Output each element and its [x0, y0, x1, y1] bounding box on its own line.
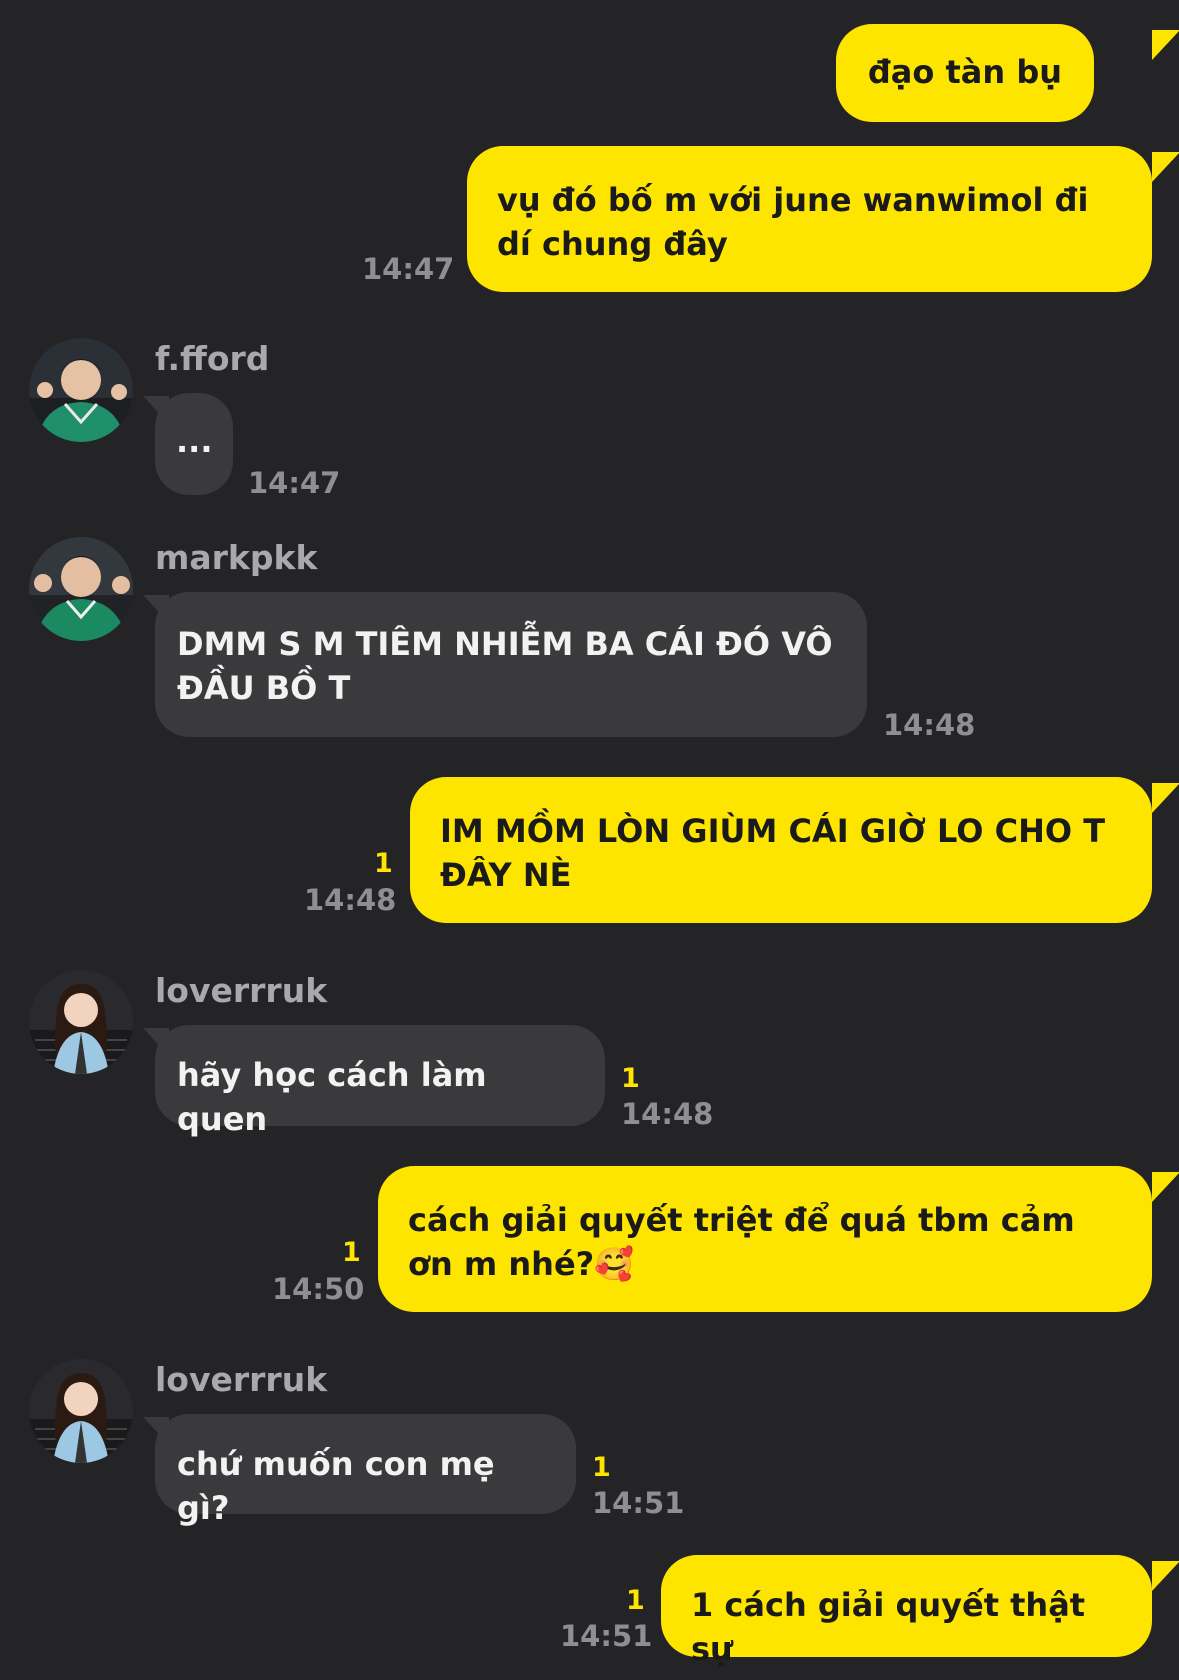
unread-count: 1 — [342, 1237, 361, 1268]
avatar-loverrruk[interactable] — [29, 970, 133, 1074]
message-text: IM MỒM LÒN GIÙM CÁI GIỜ LO CHO T ĐÂY NÈ — [440, 812, 1106, 894]
unread-count: 1 — [374, 848, 393, 879]
message-text: đạo tàn bụ — [867, 53, 1062, 91]
message-timestamp: 14:47 — [362, 252, 455, 286]
their-message-bubble[interactable]: hãy học cách làm quen — [155, 1025, 605, 1138]
message-timestamp: 14:51 — [560, 1619, 653, 1653]
message-timestamp: 14:48 — [621, 1097, 714, 1131]
chat-thread: đạo tàn bụ vụ đó bố m với june wanwimol … — [0, 0, 1179, 1680]
message-text: hãy học cách làm quen — [177, 1056, 487, 1138]
my-message-bubble[interactable]: vụ đó bố m với june wanwimol đi dí chung… — [467, 146, 1152, 292]
message-text: vụ đó bố m với june wanwimol đi dí chung… — [497, 181, 1089, 263]
message-timestamp: 14:48 — [883, 708, 976, 742]
unread-count: 1 — [592, 1452, 611, 1483]
avatar-loverrruk[interactable] — [29, 1359, 133, 1463]
message-text: ... — [176, 422, 213, 460]
my-message-bubble[interactable]: cách giải quyết triệt để quá tbm cảm ơn … — [378, 1166, 1152, 1312]
message-timestamp: 14:50 — [272, 1272, 365, 1306]
bubble-tail — [1152, 783, 1179, 813]
sender-name: markpkk — [155, 538, 318, 577]
sender-name: f.fford — [155, 339, 270, 378]
bubble-tail — [1152, 1172, 1179, 1202]
avatar-markpkk[interactable] — [29, 537, 133, 641]
my-message-bubble[interactable]: đạo tàn bụ — [835, 24, 1094, 122]
bubble-tail — [1152, 152, 1179, 182]
my-message-bubble[interactable]: IM MỒM LÒN GIÙM CÁI GIỜ LO CHO T ĐÂY NÈ — [410, 777, 1152, 923]
message-text: chứ muốn con mẹ gì? — [177, 1445, 495, 1527]
message-timestamp: 14:48 — [304, 883, 397, 917]
my-message-bubble[interactable]: 1 cách giải quyết thật sự — [661, 1555, 1152, 1668]
bubble-tail — [1152, 1561, 1179, 1591]
sender-name: loverrruk — [155, 971, 328, 1010]
bubble-tail — [1152, 30, 1179, 60]
their-message-bubble[interactable]: chứ muốn con mẹ gì? — [155, 1414, 576, 1527]
smiling-face-hearts-emoji: 🥰 — [594, 1245, 635, 1283]
message-timestamp: 14:51 — [592, 1486, 685, 1520]
message-timestamp: 14:47 — [248, 466, 341, 500]
message-text: 1 cách giải quyết thật sự — [691, 1586, 1086, 1668]
sender-name: loverrruk — [155, 1360, 328, 1399]
message-text: cách giải quyết triệt để quá tbm cảm ơn … — [408, 1201, 1075, 1283]
their-message-bubble[interactable]: DMM S M TIÊM NHIỄM BA CÁI ĐÓ VÔ ĐẦU BỒ T — [155, 592, 867, 737]
avatar-f-fford[interactable] — [29, 338, 133, 442]
message-text: DMM S M TIÊM NHIỄM BA CÁI ĐÓ VÔ ĐẦU BỒ T — [177, 625, 833, 707]
unread-count: 1 — [621, 1063, 640, 1094]
unread-count: 1 — [626, 1585, 645, 1616]
